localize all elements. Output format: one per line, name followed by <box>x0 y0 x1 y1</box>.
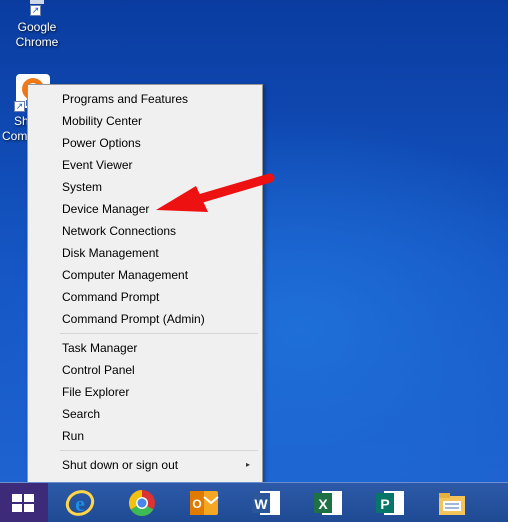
menu-item-disk-management[interactable]: Disk Management <box>30 242 260 264</box>
internet-explorer-icon[interactable]: e <box>62 487 98 519</box>
menu-item-label: Shut down or sign out <box>62 458 179 472</box>
menu-item-mobility-center[interactable]: Mobility Center <box>30 110 260 132</box>
google-chrome-icon[interactable] <box>124 487 160 519</box>
windows-logo-icon <box>12 494 34 512</box>
file-explorer-icon[interactable] <box>434 487 470 519</box>
annotation-red-arrow-icon <box>156 173 275 212</box>
menu-item-command-prompt-admin[interactable]: Command Prompt (Admin) <box>30 308 260 330</box>
desktop-icon-google-chrome[interactable]: ↗ Google Chrome <box>2 0 72 50</box>
menu-item-power-options[interactable]: Power Options <box>30 132 260 154</box>
word-icon[interactable]: W <box>248 487 284 519</box>
start-button[interactable] <box>0 483 48 522</box>
outlook-icon[interactable]: O <box>186 487 222 519</box>
menu-item-task-manager[interactable]: Task Manager <box>30 337 260 359</box>
menu-item-control-panel[interactable]: Control Panel <box>30 359 260 381</box>
shortcut-arrow-icon: ↗ <box>30 5 41 16</box>
svg-text:X: X <box>318 496 328 512</box>
svg-text:P: P <box>380 496 389 512</box>
menu-item-shutdown-signout[interactable]: Shut down or sign out ▸ <box>30 454 260 476</box>
menu-separator <box>60 333 258 334</box>
winx-context-menu: Programs and Features Mobility Center Po… <box>27 84 263 500</box>
taskbar: e O W X P <box>0 482 508 522</box>
excel-icon[interactable]: X <box>310 487 346 519</box>
menu-item-search[interactable]: Search <box>30 403 260 425</box>
svg-text:e: e <box>75 491 85 516</box>
menu-separator <box>60 450 258 451</box>
menu-item-computer-management[interactable]: Computer Management <box>30 264 260 286</box>
menu-item-network-connections[interactable]: Network Connections <box>30 220 260 242</box>
menu-item-programs-features[interactable]: Programs and Features <box>30 88 260 110</box>
publisher-icon[interactable]: P <box>372 487 408 519</box>
shortcut-arrow-icon: ↗ <box>14 101 25 112</box>
google-chrome-icon: ↗ <box>17 0 57 40</box>
svg-text:O: O <box>192 497 201 511</box>
menu-item-run[interactable]: Run <box>30 425 260 447</box>
submenu-arrow-icon: ▸ <box>245 460 250 469</box>
menu-item-file-explorer[interactable]: File Explorer <box>30 381 260 403</box>
menu-item-command-prompt[interactable]: Command Prompt <box>30 286 260 308</box>
svg-text:W: W <box>254 496 268 512</box>
